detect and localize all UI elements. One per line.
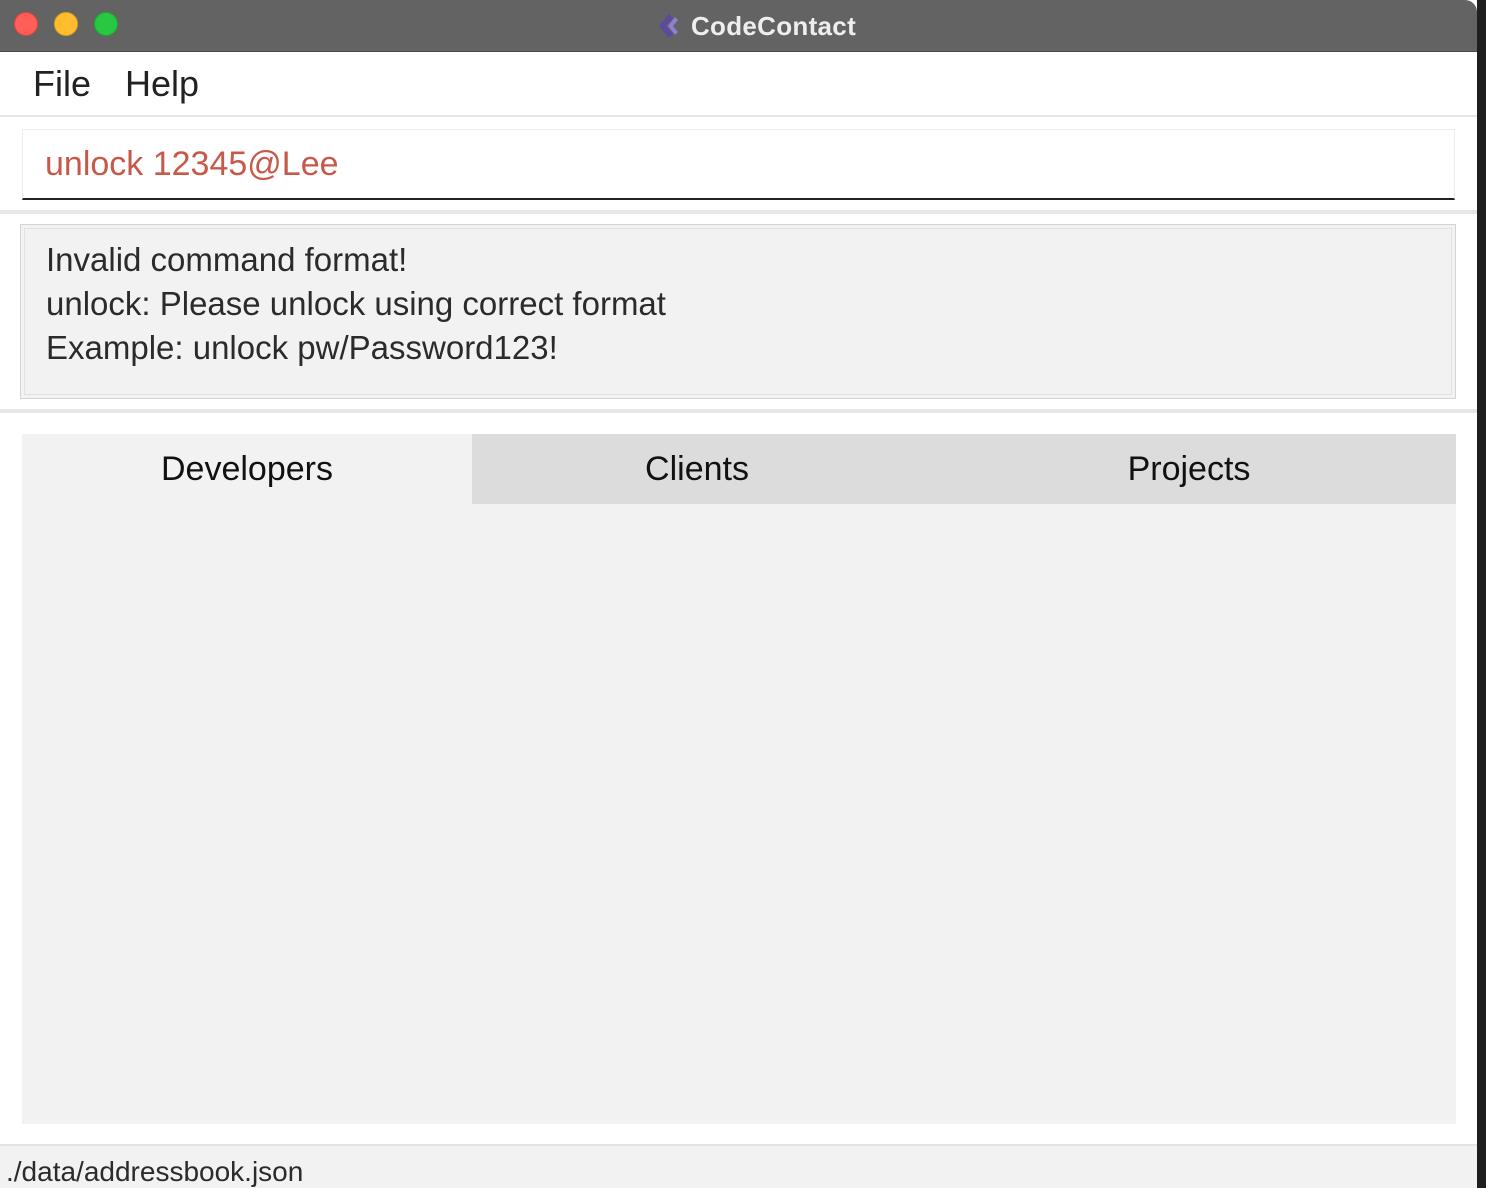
title-bar[interactable]: CodeContact xyxy=(0,0,1477,52)
result-line: Invalid command format! xyxy=(46,241,408,278)
desktop-background-edge xyxy=(1477,0,1486,1188)
tab-header: Developers Clients Projects xyxy=(22,434,1456,504)
tab-pane: Developers Clients Projects xyxy=(22,434,1456,1124)
app-window: CodeContact File Help Invalid command fo… xyxy=(0,0,1477,1188)
codecontact-logo-icon xyxy=(658,14,678,38)
tab-projects[interactable]: Projects xyxy=(922,434,1456,504)
result-display: Invalid command format! unlock: Please u… xyxy=(20,224,1456,399)
tab-developers[interactable]: Developers xyxy=(22,434,472,504)
window-title: CodeContact xyxy=(690,10,857,41)
result-display-inner[interactable]: Invalid command format! unlock: Please u… xyxy=(24,228,1452,395)
menu-file[interactable]: File xyxy=(33,63,91,105)
developers-list-panel[interactable] xyxy=(22,504,1456,1124)
status-bar: ./data/addressbook.json xyxy=(0,1144,1477,1188)
command-divider[interactable] xyxy=(0,210,1477,214)
result-divider[interactable] xyxy=(0,409,1477,413)
menu-help[interactable]: Help xyxy=(125,63,199,105)
command-box xyxy=(22,129,1455,200)
result-line: unlock: Please unlock using correct form… xyxy=(46,285,666,322)
status-file-path: ./data/addressbook.json xyxy=(6,1156,304,1187)
title-group: CodeContact xyxy=(0,0,1477,52)
result-line: Example: unlock pw/Password123! xyxy=(46,329,558,366)
tab-clients[interactable]: Clients xyxy=(472,434,922,504)
menu-bar: File Help xyxy=(0,53,1477,117)
command-input[interactable] xyxy=(45,140,1435,188)
